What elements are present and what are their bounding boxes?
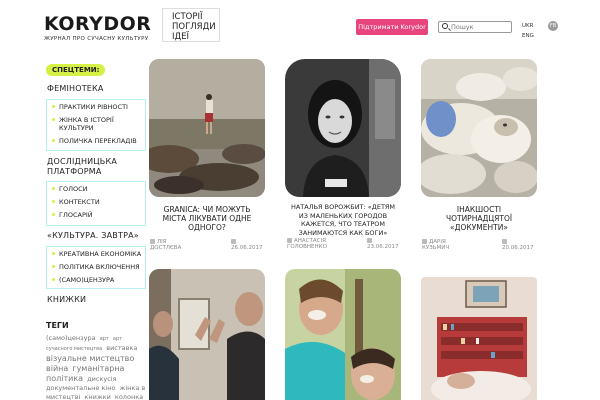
tag-link[interactable]: війна [46, 364, 68, 373]
language-switcher: UKR ENG [522, 21, 534, 41]
article-date: 23.06.2017 [367, 238, 399, 250]
article-date: 20.06.2017 [502, 239, 534, 251]
tag-link[interactable]: дискусія [87, 375, 116, 383]
special-topics-badge: СПЕЦТЕМИ: [46, 64, 106, 76]
support-button[interactable]: Підтримати Korydor [356, 19, 428, 35]
submenu-item[interactable]: КРЕАТИВНА ЕКОНОМІКА [47, 250, 145, 258]
tag-link[interactable]: арт [100, 336, 109, 342]
user-icon [287, 238, 292, 243]
submenu-item[interactable]: ПОЛИЧКА ПЕРЕКЛАДІВ [47, 137, 145, 145]
search-icon [442, 23, 448, 29]
tomorrow-submenu: КРЕАТИВНА ЕКОНОМІКА ПОЛІТИКА ВКЛЮЧЕННЯ (… [46, 246, 146, 289]
search-input[interactable]: Пошук [438, 21, 512, 33]
clock-icon [231, 239, 236, 244]
feminoteka-submenu: ПРАКТИКИ РІВНОСТІ ЖІНКА В ІСТОРІЇ КУЛЬТУ… [46, 99, 146, 151]
submenu-item[interactable]: ЖІНКА В ІСТОРІЇ КУЛЬТУРИ [47, 116, 137, 132]
nav-stories[interactable]: ІСТОРІЇ [172, 12, 219, 22]
logo-tagline: ЖУРНАЛ ПРО СУЧАСНУ КУЛЬТУРУ [44, 36, 149, 42]
tag-link[interactable]: документальне кіно [46, 384, 115, 392]
tag-link[interactable]: книжки [84, 393, 110, 400]
user-icon [150, 239, 155, 244]
sidebar-feminoteka[interactable]: ФЕМІНОТЕКА [47, 84, 104, 94]
article-image[interactable] [421, 277, 537, 400]
tag-link[interactable]: візуальне мистецтво [46, 354, 134, 363]
header-nav: ІСТОРІЇ ПОГЛЯДИ ІДЕЇ [162, 8, 220, 42]
tag-link[interactable]: колонка [115, 393, 143, 400]
tag-link[interactable]: виставка [106, 344, 137, 352]
sidebar-books[interactable]: КНИЖКИ [47, 295, 86, 305]
tag-link[interactable]: (само)цензура [46, 334, 96, 342]
submenu-item[interactable]: (САМО)ЦЕНЗУРА [47, 276, 145, 284]
logo-wordmark: KORYDOR [44, 13, 152, 35]
article-author: ДАРІЯ КУЗЬМИЧ [422, 239, 450, 251]
nav-ideas[interactable]: ІДЕЇ [172, 32, 219, 42]
article-title[interactable]: ІНАКШОСТІ ЧОТИРНАДЦЯТОЇ «ДОКУМЕНТИ» [426, 205, 532, 232]
article-date: 26.06.2017 [231, 239, 263, 251]
clock-icon [367, 238, 372, 243]
article-image[interactable] [285, 269, 401, 400]
article-image[interactable] [421, 59, 537, 197]
lang-ukr[interactable]: UKR [522, 21, 534, 31]
facebook-icon[interactable]: FB [548, 21, 558, 31]
article-title[interactable]: GRANICA: ЧИ МОЖУТЬ МІСТА ЛІКУВАТИ ОДНЕ О… [154, 205, 260, 232]
sidebar-culture-tomorrow[interactable]: «КУЛЬТУРА. ЗАВТРА» [47, 231, 139, 241]
submenu-item[interactable]: ПРАКТИКИ РІВНОСТІ [47, 103, 145, 111]
user-icon [422, 239, 427, 244]
tags-heading: ТЕГИ [46, 321, 69, 330]
logo[interactable]: KORYDOR ЖУРНАЛ ПРО СУЧАСНУ КУЛЬТУРУ [44, 14, 151, 42]
article-author: АНАСТАСІЯ ГОЛОВНЕНКО [287, 238, 327, 250]
submenu-item[interactable]: ПОЛІТИКА ВКЛЮЧЕННЯ [47, 263, 145, 271]
sidebar-research[interactable]: ДОСЛІДНИЦЬКА ПЛАТФОРМА [47, 157, 147, 177]
clock-icon [502, 239, 507, 244]
article-author: ЛІЯ ДОСТЛЄВА [150, 239, 182, 251]
article-image[interactable] [285, 59, 401, 197]
article-image[interactable] [149, 269, 265, 400]
submenu-item[interactable]: ГОЛОСИ [47, 185, 145, 193]
article-image[interactable] [149, 59, 265, 197]
article-title[interactable]: НАТАЛЬЯ ВОРОЖБИТ: «ДЕТЯМ ИЗ МАЛЕНЬКИХ ГО… [286, 203, 400, 237]
submenu-item[interactable]: ГЛОСАРІЙ [47, 211, 145, 219]
research-submenu: ГОЛОСИ КОНТЕКСТИ ГЛОСАРІЙ [46, 181, 146, 226]
lang-eng[interactable]: ENG [522, 31, 534, 41]
search-placeholder: Пошук [451, 23, 474, 31]
nav-views[interactable]: ПОГЛЯДИ [172, 22, 219, 32]
submenu-item[interactable]: КОНТЕКСТИ [47, 198, 145, 206]
tag-cloud: (само)цензура арт арт сучасного мистецтв… [46, 334, 150, 400]
